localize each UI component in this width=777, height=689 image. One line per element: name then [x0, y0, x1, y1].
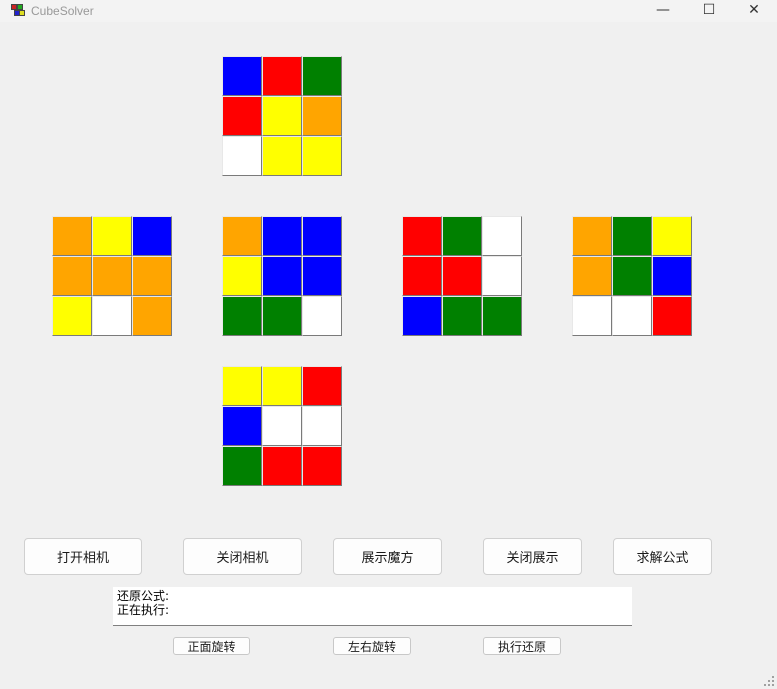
cube-sticker	[262, 256, 302, 296]
cube-face-up	[222, 56, 342, 176]
executing-label: 正在执行:	[117, 603, 170, 617]
open-camera-button[interactable]: 打开相机	[24, 538, 142, 575]
window-title: CubeSolver	[31, 4, 94, 18]
cube-sticker	[302, 56, 342, 96]
cube-sticker	[302, 96, 342, 136]
cube-sticker	[262, 136, 302, 176]
cube-face-right	[402, 216, 522, 336]
cube-face-left	[52, 216, 172, 336]
cube-sticker	[652, 296, 692, 336]
cube-sticker	[52, 296, 92, 336]
cube-sticker	[302, 256, 342, 296]
cube-sticker	[302, 446, 342, 486]
cube-sticker	[302, 136, 342, 176]
cube-sticker	[222, 446, 262, 486]
cube-sticker	[262, 56, 302, 96]
cube-sticker	[612, 256, 652, 296]
cube-sticker	[222, 296, 262, 336]
cube-sticker	[222, 136, 262, 176]
cube-sticker	[442, 296, 482, 336]
cube-face-back	[572, 216, 692, 336]
cube-sticker	[302, 406, 342, 446]
cube-sticker	[482, 296, 522, 336]
cube-sticker	[222, 56, 262, 96]
cube-sticker	[442, 256, 482, 296]
cube-sticker	[572, 256, 612, 296]
cube-sticker	[52, 256, 92, 296]
cube-sticker	[612, 296, 652, 336]
close-camera-button[interactable]: 关闭相机	[183, 538, 302, 575]
cube-sticker	[652, 256, 692, 296]
left-right-rotate-button[interactable]: 左右旋转	[333, 637, 411, 655]
close-button[interactable]: ✕	[731, 0, 777, 22]
cube-sticker	[482, 216, 522, 256]
maximize-button[interactable]: ☐	[686, 0, 732, 22]
formula-label: 还原公式:	[117, 589, 170, 603]
cube-sticker	[482, 256, 522, 296]
cube-sticker	[262, 406, 302, 446]
resize-grip[interactable]	[764, 676, 774, 686]
cube-sticker	[402, 216, 442, 256]
cube-sticker	[132, 296, 172, 336]
cube-sticker	[92, 216, 132, 256]
cube-face-front	[222, 216, 342, 336]
cube-sticker	[222, 216, 262, 256]
cube-sticker	[132, 256, 172, 296]
cube-sticker	[262, 216, 302, 256]
close-show-button[interactable]: 关闭展示	[483, 538, 582, 575]
cube-sticker	[222, 96, 262, 136]
cube-sticker	[222, 366, 262, 406]
app-cube-icon	[11, 4, 25, 17]
cube-sticker	[302, 366, 342, 406]
cube-sticker	[302, 216, 342, 256]
cube-sticker	[222, 406, 262, 446]
cube-sticker	[652, 216, 692, 256]
cube-sticker	[262, 296, 302, 336]
cube-sticker	[302, 296, 342, 336]
front-rotate-button[interactable]: 正面旋转	[173, 637, 250, 655]
cube-sticker	[52, 216, 92, 256]
cube-sticker	[262, 446, 302, 486]
cube-sticker	[262, 96, 302, 136]
cube-sticker	[132, 216, 172, 256]
title-bar: CubeSolver — ☐ ✕	[0, 0, 777, 22]
cube-sticker	[92, 256, 132, 296]
cube-sticker	[222, 256, 262, 296]
cube-sticker	[262, 366, 302, 406]
cube-sticker	[402, 256, 442, 296]
solve-formula-button[interactable]: 求解公式	[613, 538, 712, 575]
cube-sticker	[402, 296, 442, 336]
minimize-button[interactable]: —	[640, 0, 686, 22]
execute-restore-button[interactable]: 执行还原	[483, 637, 561, 655]
show-cube-button[interactable]: 展示魔方	[333, 538, 442, 575]
cube-sticker	[572, 296, 612, 336]
cube-face-down	[222, 366, 342, 486]
solution-info-box: 还原公式: 正在执行:	[113, 587, 632, 626]
cube-sticker	[442, 216, 482, 256]
cube-sticker	[612, 216, 652, 256]
cube-sticker	[572, 216, 612, 256]
cube-sticker	[92, 296, 132, 336]
